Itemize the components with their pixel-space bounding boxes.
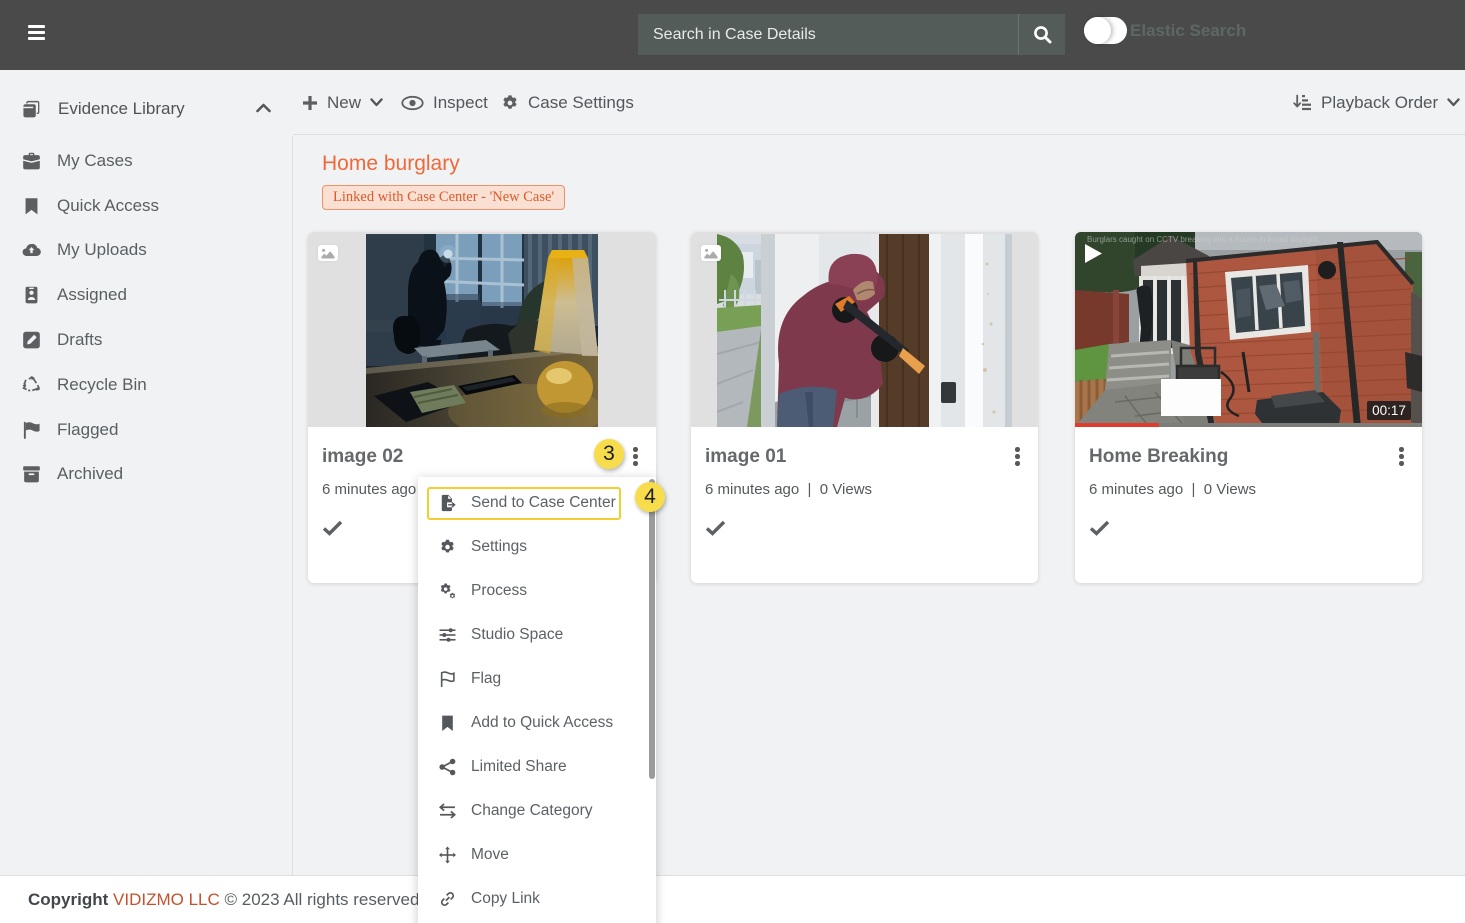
svg-text:00:17: 00:17 xyxy=(1372,403,1406,418)
svg-text:Burglars caught on CCTV breaki: Burglars caught on CCTV breaking into a … xyxy=(1087,235,1320,244)
